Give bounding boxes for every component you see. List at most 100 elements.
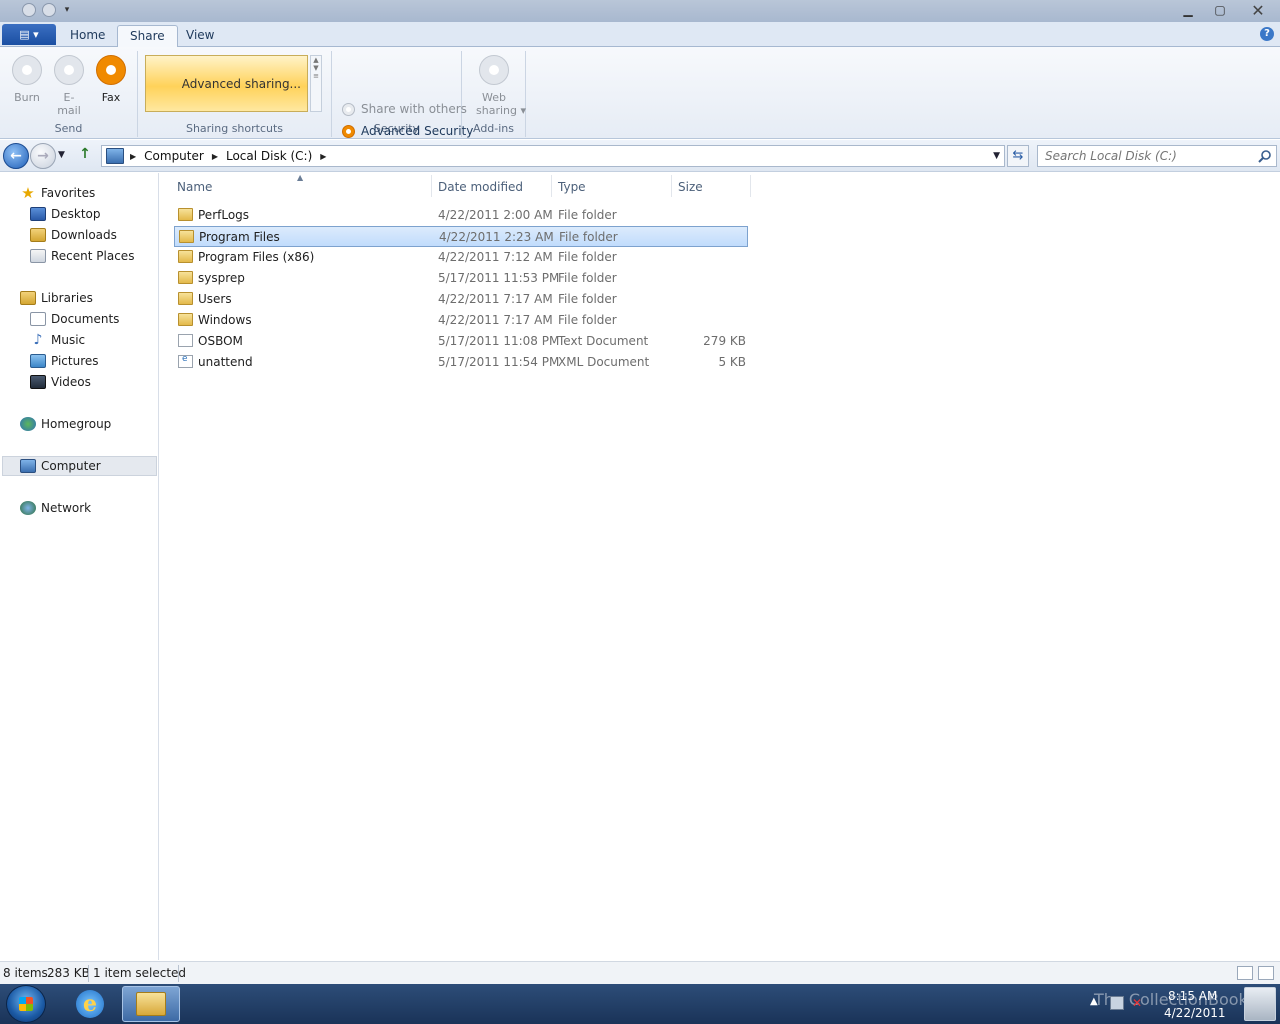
file-size: 5 KB [718, 355, 746, 369]
refresh-button[interactable]: ⇆ [1007, 145, 1029, 167]
qat-properties-icon[interactable] [22, 3, 36, 17]
tab-share[interactable]: Share [117, 25, 178, 47]
file-row[interactable]: PerfLogs 4/22/2011 2:00 AM File folder [174, 205, 748, 226]
column-divider[interactable] [431, 175, 432, 197]
up-one-level-button[interactable]: ↑ [76, 146, 94, 164]
volume-muted-icon[interactable]: ✕ [1132, 996, 1146, 1010]
search-icon[interactable] [1258, 149, 1272, 163]
file-date-modified: 4/22/2011 2:23 AM [439, 230, 554, 244]
group-label-send: Send [54, 122, 83, 135]
show-desktop-button[interactable] [1244, 987, 1276, 1021]
sidebar-item-videos[interactable]: Videos [30, 372, 91, 392]
sidebar-item-label: Documents [51, 312, 120, 326]
web-sharing-label-line1: Web [482, 91, 506, 104]
gallery-scroll-buttons[interactable]: ▲ ▼ ≡ [310, 55, 322, 112]
taskbar-windows-explorer[interactable] [122, 986, 180, 1022]
file-row[interactable]: OSBOM 5/17/2011 11:08 PM Text Document 279 … [174, 331, 748, 352]
column-divider[interactable] [671, 175, 672, 197]
address-history-dropdown[interactable]: ▼ [993, 151, 1000, 161]
network-tray-icon[interactable] [1110, 996, 1124, 1010]
file-date-modified: 5/17/2011 11:53 PM [438, 271, 560, 285]
navigation-pane: ★ Favorites Desktop Downloads Recent Pla… [0, 173, 159, 960]
share-with-others-button[interactable]: Share with others [342, 102, 467, 116]
app-menu-button[interactable]: ▤ ▾ [2, 24, 56, 45]
sidebar-item-desktop[interactable]: Desktop [30, 204, 101, 224]
clock-time[interactable]: 8:15 AM [1168, 989, 1217, 1003]
address-bar[interactable]: ▶ Computer ▶ Local Disk (C:) ▶ ▼ [101, 145, 1005, 167]
sidebar-item-computer[interactable]: Computer [2, 456, 157, 476]
maximize-button[interactable]: ▢ [1204, 0, 1236, 20]
qat-customize-dropdown[interactable]: ▾ [62, 3, 72, 17]
clock-date[interactable]: 4/22/2011 [1164, 1006, 1226, 1020]
fax-icon [96, 55, 126, 85]
sidebar-item-favorites[interactable]: ★ Favorites [20, 183, 95, 203]
share-with-others-icon [342, 102, 355, 116]
ribbon-tab-row: ▤ ▾ Home Share View ? [0, 22, 1280, 47]
search-box[interactable] [1037, 145, 1277, 167]
sidebar-item-network[interactable]: Network [20, 498, 91, 518]
text-document-icon [178, 334, 193, 347]
column-divider[interactable] [551, 175, 552, 197]
taskbar-internet-explorer[interactable]: e [61, 986, 119, 1022]
file-row[interactable]: Users 4/22/2011 7:17 AM File folder [174, 289, 748, 310]
fax-label: Fax [101, 91, 121, 104]
search-input[interactable] [1038, 146, 1248, 166]
sidebar-item-libraries[interactable]: Libraries [20, 288, 93, 308]
sidebar-item-recent-places[interactable]: Recent Places [30, 246, 134, 266]
sidebar-item-homegroup[interactable]: Homegroup [20, 414, 111, 434]
start-button[interactable] [6, 985, 46, 1023]
sidebar-item-downloads[interactable]: Downloads [30, 225, 117, 245]
web-sharing-button[interactable]: Web sharing ▾ [476, 55, 526, 117]
email-label-line2: mail [57, 104, 81, 117]
help-icon[interactable]: ? [1260, 27, 1274, 41]
quick-access-toolbar: ▾ [22, 3, 72, 17]
breadcrumb-local-disk[interactable]: Local Disk (C:) [226, 149, 312, 163]
file-row[interactable]: sysprep 5/17/2011 11:53 PM File folder [174, 268, 748, 289]
breadcrumb-chevron-icon[interactable]: ▶ [212, 152, 218, 161]
web-sharing-icon [479, 55, 509, 85]
file-row[interactable]: Program Files (x86) 4/22/2011 7:12 AM File… [174, 247, 748, 268]
burn-icon [12, 55, 42, 85]
large-icons-view-icon[interactable] [1258, 966, 1274, 980]
column-divider[interactable] [750, 175, 751, 197]
sidebar-item-pictures[interactable]: Pictures [30, 351, 99, 371]
column-header-name[interactable]: Name [177, 180, 212, 194]
desktop-icon [30, 207, 46, 221]
file-name: OSBOM [198, 334, 243, 348]
close-button[interactable]: ✕ [1236, 0, 1280, 20]
advanced-sharing-label: Advanced sharing... [181, 77, 301, 91]
ribbon: Burn E- mail Fax Send Sharing shortcuts … [0, 47, 1280, 139]
qat-new-folder-icon[interactable] [42, 3, 56, 17]
file-row[interactable]: Windows 4/22/2011 7:17 AM File folder [174, 310, 748, 331]
column-header-date-modified[interactable]: Date modified [438, 180, 523, 194]
back-button[interactable]: ← [3, 143, 29, 169]
recent-locations-dropdown[interactable]: ▼ [58, 150, 65, 160]
advanced-sharing-gallery-item[interactable]: Advanced sharing... [145, 55, 308, 112]
file-name: unattend [198, 355, 253, 369]
column-header-type[interactable]: Type [558, 180, 586, 194]
file-date-modified: 5/17/2011 11:08 PM [438, 334, 560, 348]
status-item-count: 8 items [3, 966, 48, 980]
fax-button[interactable]: Fax [93, 55, 129, 104]
file-row[interactable]: unattend 5/17/2011 11:54 PMXML Document 5 … [174, 352, 748, 373]
folder-icon [178, 313, 193, 326]
file-row[interactable]: Program Files 4/22/2011 2:23 AM File folde… [174, 226, 748, 247]
burn-button[interactable]: Burn [9, 55, 45, 104]
advanced-security-button[interactable]: Advanced Security [342, 124, 473, 138]
sidebar-item-label: Pictures [51, 354, 99, 368]
sidebar-item-documents[interactable]: Documents [30, 309, 119, 329]
breadcrumb-chevron-icon[interactable]: ▶ [130, 152, 136, 161]
file-date-modified: 4/22/2011 7:17 AM [438, 292, 553, 306]
tab-view[interactable]: View [174, 25, 226, 47]
tab-home[interactable]: Home [58, 25, 117, 47]
details-view-icon[interactable] [1237, 966, 1253, 980]
sidebar-item-label: Favorites [41, 186, 96, 200]
minimize-button[interactable]: ▁ [1172, 0, 1204, 20]
column-header-size[interactable]: Size [678, 180, 703, 194]
forward-button[interactable]: → [30, 143, 56, 169]
email-button[interactable]: E- mail [51, 55, 87, 117]
sidebar-item-music[interactable]: ♪ Music [30, 330, 86, 350]
show-hidden-icons-icon[interactable]: ▲ [1090, 996, 1104, 1010]
breadcrumb-computer[interactable]: Computer [144, 149, 204, 163]
breadcrumb-chevron-icon[interactable]: ▶ [320, 152, 326, 161]
